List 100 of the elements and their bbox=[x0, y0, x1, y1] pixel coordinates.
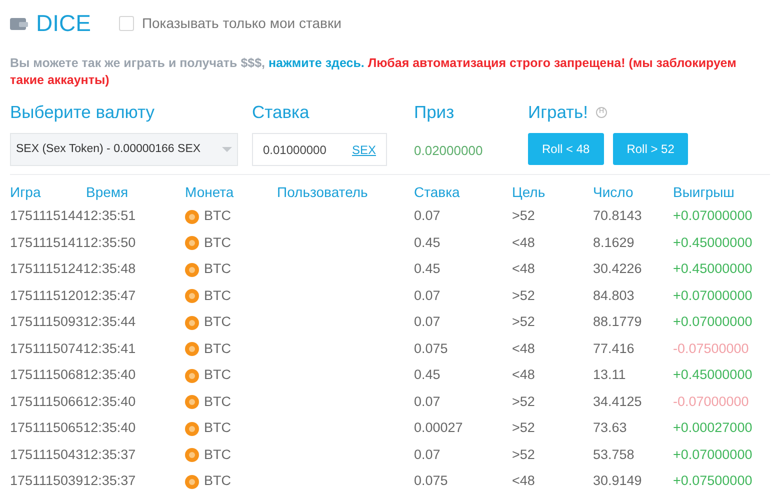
table-cell-text: +0.07000000 bbox=[673, 313, 754, 332]
table-cell-text: 12:35:51 bbox=[83, 207, 136, 226]
table-cell-text: 30.4226 bbox=[593, 260, 643, 278]
table-cell-text: 73.63 bbox=[593, 419, 628, 438]
table-cell-text: >52 bbox=[512, 313, 536, 332]
table-cell-text: 0.45 bbox=[414, 234, 442, 252]
table-cell-text: 1751115144 bbox=[10, 207, 84, 226]
table-cell-text: >52 bbox=[512, 207, 536, 226]
column-header: Монета bbox=[185, 182, 235, 202]
currency-select[interactable]: SEX (Sex Token) - 0.00000166 SEX bbox=[10, 133, 238, 166]
table-cell-text: 0.07 bbox=[414, 313, 442, 332]
link[interactable]: нажмите здесь. bbox=[268, 56, 364, 70]
table-cell-text: 1751115043 bbox=[10, 446, 84, 464]
table-cell-text: 1751115074 bbox=[10, 340, 84, 358]
table-cell-text: 0.45 bbox=[414, 260, 442, 278]
caret-icon bbox=[222, 147, 232, 152]
table-cell-text: <48 bbox=[512, 340, 536, 358]
table-cell-text: +0.07000000 bbox=[673, 207, 754, 226]
table-cell-text: 1751115039 bbox=[10, 472, 84, 490]
coin-icon bbox=[185, 210, 199, 224]
table-cell-text: <48 bbox=[512, 234, 536, 252]
table-cell-text: 34.4125 bbox=[593, 392, 643, 411]
table-cell-text: 77.416 bbox=[593, 340, 636, 358]
table-cell-text: >52 bbox=[512, 419, 536, 438]
coin-icon bbox=[185, 368, 199, 382]
table-cell-text: +0.45000000 bbox=[673, 260, 754, 278]
table-cell-text: 30.9149 bbox=[593, 472, 643, 490]
checkbox-label[interactable]: Показывать только мои ставки bbox=[142, 12, 342, 34]
table-cell-text: +0.07000000 bbox=[673, 286, 754, 305]
coin-icon bbox=[185, 316, 199, 330]
wallet-icon bbox=[10, 16, 28, 30]
table-cell-text: +0.00027000 bbox=[673, 419, 754, 438]
coin-icon bbox=[185, 236, 199, 250]
table-cell-text: 0.07 bbox=[414, 286, 442, 305]
roll-button[interactable]: Roll > 52 bbox=[612, 133, 688, 166]
table-cell-text: 12:35:44 bbox=[83, 313, 136, 332]
table-cell-text: +0.45000000 bbox=[673, 366, 754, 384]
table-cell-text: 1751115124 bbox=[10, 260, 84, 278]
table-cell-text: 0.00027 bbox=[414, 419, 464, 438]
table-cell-text: 12:35:50 bbox=[83, 234, 136, 252]
table-cell-text: BTC bbox=[204, 392, 231, 411]
table-cell-text: 12:35:48 bbox=[83, 260, 136, 278]
table-cell-text: 84.803 bbox=[593, 286, 636, 305]
table-cell-text: BTC bbox=[204, 234, 231, 252]
column-header: Выигрыш bbox=[673, 182, 736, 202]
table-cell-text: 13.11 bbox=[593, 366, 627, 384]
table-cell-text: +0.07000000 bbox=[673, 446, 754, 464]
coin-icon bbox=[185, 262, 199, 276]
column-header: Число bbox=[593, 182, 634, 202]
coin-icon bbox=[185, 289, 199, 303]
column-header: Время bbox=[86, 182, 128, 202]
column-header: Игра bbox=[10, 182, 42, 202]
table-cell-text: BTC bbox=[204, 286, 231, 305]
table-cell-text: 0.07 bbox=[414, 446, 442, 464]
table-cell-text: BTC bbox=[204, 340, 231, 358]
table-cell-text: 1751115068 bbox=[10, 366, 84, 384]
table-cell-text: <48 bbox=[512, 260, 536, 278]
table-cell-text: 53.758 bbox=[593, 446, 636, 464]
field-label: Выберите валюту bbox=[10, 101, 156, 124]
table-cell-text: 12:35:40 bbox=[83, 366, 136, 384]
stake-input[interactable]: 0.01000000 SEX bbox=[252, 133, 387, 166]
table-cell-text: BTC bbox=[204, 207, 231, 226]
table-cell-text: +0.07500000 bbox=[673, 472, 754, 490]
table-cell-text: 88.1779 bbox=[593, 313, 643, 332]
table-cell-text: 0.075 bbox=[414, 340, 449, 358]
table-cell-text: 12:35:47 bbox=[83, 286, 136, 305]
table-cell-text: BTC bbox=[204, 446, 231, 464]
table-cell-text: -0.07000000 bbox=[673, 392, 750, 411]
table-cell-text: BTC bbox=[204, 366, 231, 384]
column-header: Ставка bbox=[414, 182, 461, 202]
coin-icon bbox=[185, 342, 199, 356]
table-cell-text: 0.075 bbox=[414, 472, 449, 490]
table-cell-text: >52 bbox=[512, 392, 536, 411]
field-label: Играть! bbox=[528, 101, 588, 124]
column-header: Цель bbox=[512, 182, 546, 202]
coin-icon bbox=[185, 395, 199, 409]
table-cell-text: 0.45 bbox=[414, 366, 442, 384]
table-cell-text: 12:35:37 bbox=[83, 472, 136, 490]
column-header: Пользователь bbox=[277, 182, 369, 202]
checkbox[interactable] bbox=[118, 16, 134, 30]
table-cell-text: 12:35:40 bbox=[83, 392, 136, 411]
coin-icon bbox=[185, 422, 199, 436]
table-cell-text: 1751115141 bbox=[10, 234, 84, 252]
table-cell-text: <48 bbox=[512, 366, 536, 384]
roll-button[interactable]: Roll < 48 bbox=[528, 133, 604, 166]
table-cell-text: 0.07 bbox=[414, 207, 442, 226]
table-cell-text: >52 bbox=[512, 286, 536, 305]
table-cell-text: >52 bbox=[512, 446, 536, 464]
notice-text: Вы можете так же играть и получать $$$, нажмите здесь. Любая автоматизация строго запрещена! (мы заблокируем такие аккаунты) bbox=[10, 55, 738, 89]
table-cell-text: 1751115066 bbox=[10, 392, 84, 411]
currency-link[interactable]: SEX bbox=[352, 140, 376, 159]
table-cell-text: 12:35:40 bbox=[83, 419, 136, 438]
coin-icon bbox=[185, 448, 199, 462]
field-label: Приз bbox=[414, 101, 456, 124]
table-cell-text: 1751115093 bbox=[10, 313, 84, 332]
table-cell-text: BTC bbox=[204, 313, 231, 332]
table-cell-text: 1751115120 bbox=[10, 286, 84, 305]
table-cell-text: <48 bbox=[512, 472, 536, 490]
table-cell-text: 70.8143 bbox=[593, 207, 643, 226]
table-cell-text: 12:35:37 bbox=[83, 446, 136, 464]
